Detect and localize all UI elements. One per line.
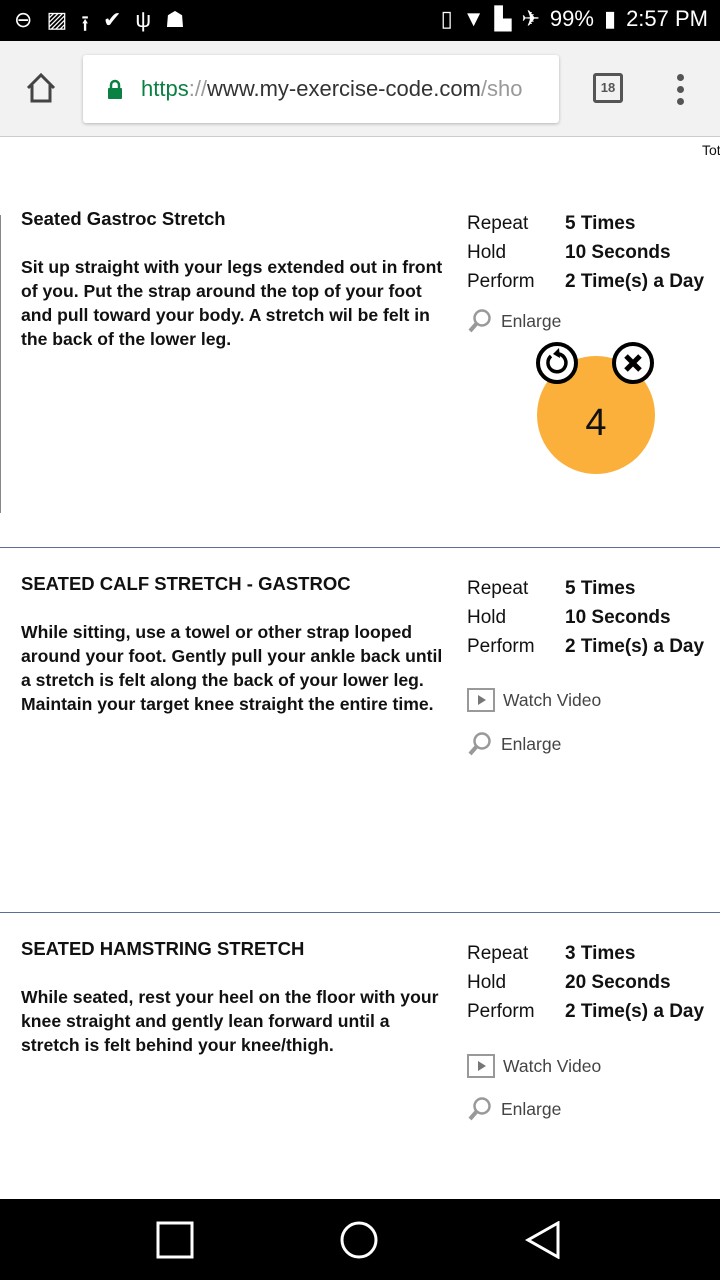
divider <box>0 912 720 913</box>
magnifier-icon <box>468 732 491 756</box>
exercise-params: Repeat 5 Times Hold 10 Seconds Perform 2 Ti… <box>467 578 705 657</box>
image-icon: ▨ <box>46 7 68 32</box>
battery-charging-icon: ▮ <box>603 6 617 31</box>
exercise-params: Repeat 3 Times Hold 20 Seconds Perform 2 Ti… <box>467 943 705 1022</box>
address-bar[interactable]: https://www.my-exercise-code.com/sho <box>83 55 559 123</box>
wifi-icon: ▼ <box>462 6 485 31</box>
battery-text: 99% <box>549 6 594 31</box>
close-icon <box>624 354 642 372</box>
truncated-header-text: Tot <box>702 142 720 158</box>
watch-video-link[interactable]: Watch Video <box>467 688 601 712</box>
image-edge <box>0 215 1 513</box>
airplane-icon: ✈ <box>521 6 540 31</box>
recents-icon[interactable] <box>156 1221 194 1259</box>
clock: 2:57 PM <box>626 6 708 31</box>
dnd-icon: ⊖ <box>14 7 33 32</box>
close-timer-button[interactable] <box>612 342 654 384</box>
enlarge-link[interactable]: Enlarge <box>467 731 561 757</box>
browser-toolbar: https://www.my-exercise-code.com/sho 18 <box>0 41 720 137</box>
lock-icon <box>108 79 122 99</box>
download-done-icon: ✔ <box>102 7 122 32</box>
magnifier-icon <box>468 1097 491 1121</box>
android-icon: ☗ <box>165 7 185 32</box>
exercise-params: Repeat 5 Times Hold 10 Seconds Perform 2 Ti… <box>467 213 705 292</box>
refresh-icon <box>546 348 568 374</box>
sim-error-icon: ▙ <box>494 6 512 31</box>
status-bar: ⊖ ▨ ⭱ ✔ ψ ☗ ▯ ▼ ▙ ✈ 99% ▮ 2:57 PM <box>0 0 720 41</box>
divider <box>0 547 720 548</box>
exercise-description: While sitting, use a towel or other stra… <box>21 622 443 714</box>
back-icon[interactable] <box>524 1221 562 1259</box>
system-nav-bar <box>0 1199 720 1280</box>
home-nav-icon[interactable] <box>340 1221 378 1259</box>
reset-timer-button[interactable] <box>536 342 578 384</box>
play-video-icon <box>467 688 495 712</box>
upload-icon: ⭱ <box>81 11 89 36</box>
magnifier-icon <box>468 309 491 333</box>
watch-video-link[interactable]: Watch Video <box>467 1054 601 1078</box>
usb-icon: ψ <box>135 7 152 32</box>
home-icon[interactable] <box>24 71 58 105</box>
exercise-description: While seated, rest your heel on the floo… <box>21 987 439 1055</box>
more-menu-icon[interactable] <box>677 74 685 110</box>
enlarge-link[interactable]: Enlarge <box>467 1096 561 1122</box>
tab-switcher-button[interactable]: 18 <box>593 73 623 103</box>
exercise-title: SEATED HAMSTRING STRETCH <box>21 938 305 959</box>
play-video-icon <box>467 1054 495 1078</box>
exercise-title: SEATED CALF STRETCH - GASTROC <box>21 573 351 594</box>
vibrate-icon: ▯ <box>440 6 453 31</box>
exercise-description: Sit up straight with your legs extended … <box>21 257 443 349</box>
enlarge-link[interactable]: Enlarge <box>467 308 561 334</box>
exercise-title: Seated Gastroc Stretch <box>21 208 226 229</box>
